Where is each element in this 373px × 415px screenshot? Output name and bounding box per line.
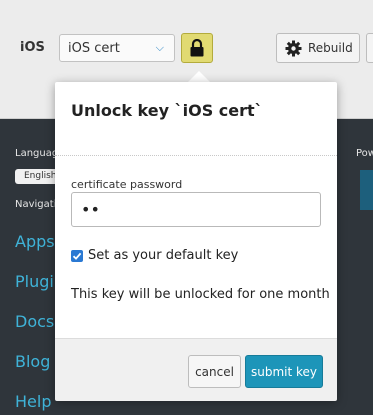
popover-arrow xyxy=(188,71,210,82)
default-key-label[interactable]: Set as your default key xyxy=(88,248,238,263)
nav-link-blog[interactable]: Blog xyxy=(15,352,50,371)
dialog-divider xyxy=(55,155,337,156)
rebuild-button[interactable]: Rebuild xyxy=(276,33,360,63)
language-select-value: English xyxy=(24,171,57,181)
signing-key-select-value: iOS cert xyxy=(68,41,120,56)
check-icon xyxy=(72,252,82,260)
nav-link-docs[interactable]: Docs xyxy=(15,312,54,331)
partner-badge xyxy=(360,170,373,210)
rebuild-button-label: Rebuild xyxy=(308,41,353,55)
chevron-down-icon: ⌵ xyxy=(155,41,164,54)
certificate-password-input[interactable] xyxy=(71,192,321,227)
password-label: certificate password xyxy=(71,178,183,191)
nav-link-apps[interactable]: Apps xyxy=(15,232,55,251)
toolbar-overflow-button[interactable] xyxy=(366,33,373,63)
powered-heading: Pow xyxy=(356,148,373,159)
unlock-key-dialog: Unlock key `iOS cert` certificate passwo… xyxy=(55,82,337,401)
cancel-button[interactable]: cancel xyxy=(188,355,241,388)
language-select[interactable]: English xyxy=(15,169,60,184)
gear-icon xyxy=(285,40,302,57)
unlock-duration-note: This key will be unlocked for one month xyxy=(71,287,330,302)
submit-key-button[interactable]: submit key xyxy=(245,355,323,388)
nav-link-help[interactable]: Help xyxy=(15,392,51,411)
dialog-footer: cancel submit key xyxy=(55,338,337,401)
dialog-title: Unlock key `iOS cert` xyxy=(71,101,263,120)
lock-icon xyxy=(190,39,204,57)
unlock-key-button[interactable] xyxy=(181,33,213,63)
signing-key-select[interactable]: iOS cert ⌵ xyxy=(59,34,175,62)
platform-label: iOS xyxy=(20,40,45,55)
default-key-checkbox[interactable] xyxy=(71,250,83,262)
